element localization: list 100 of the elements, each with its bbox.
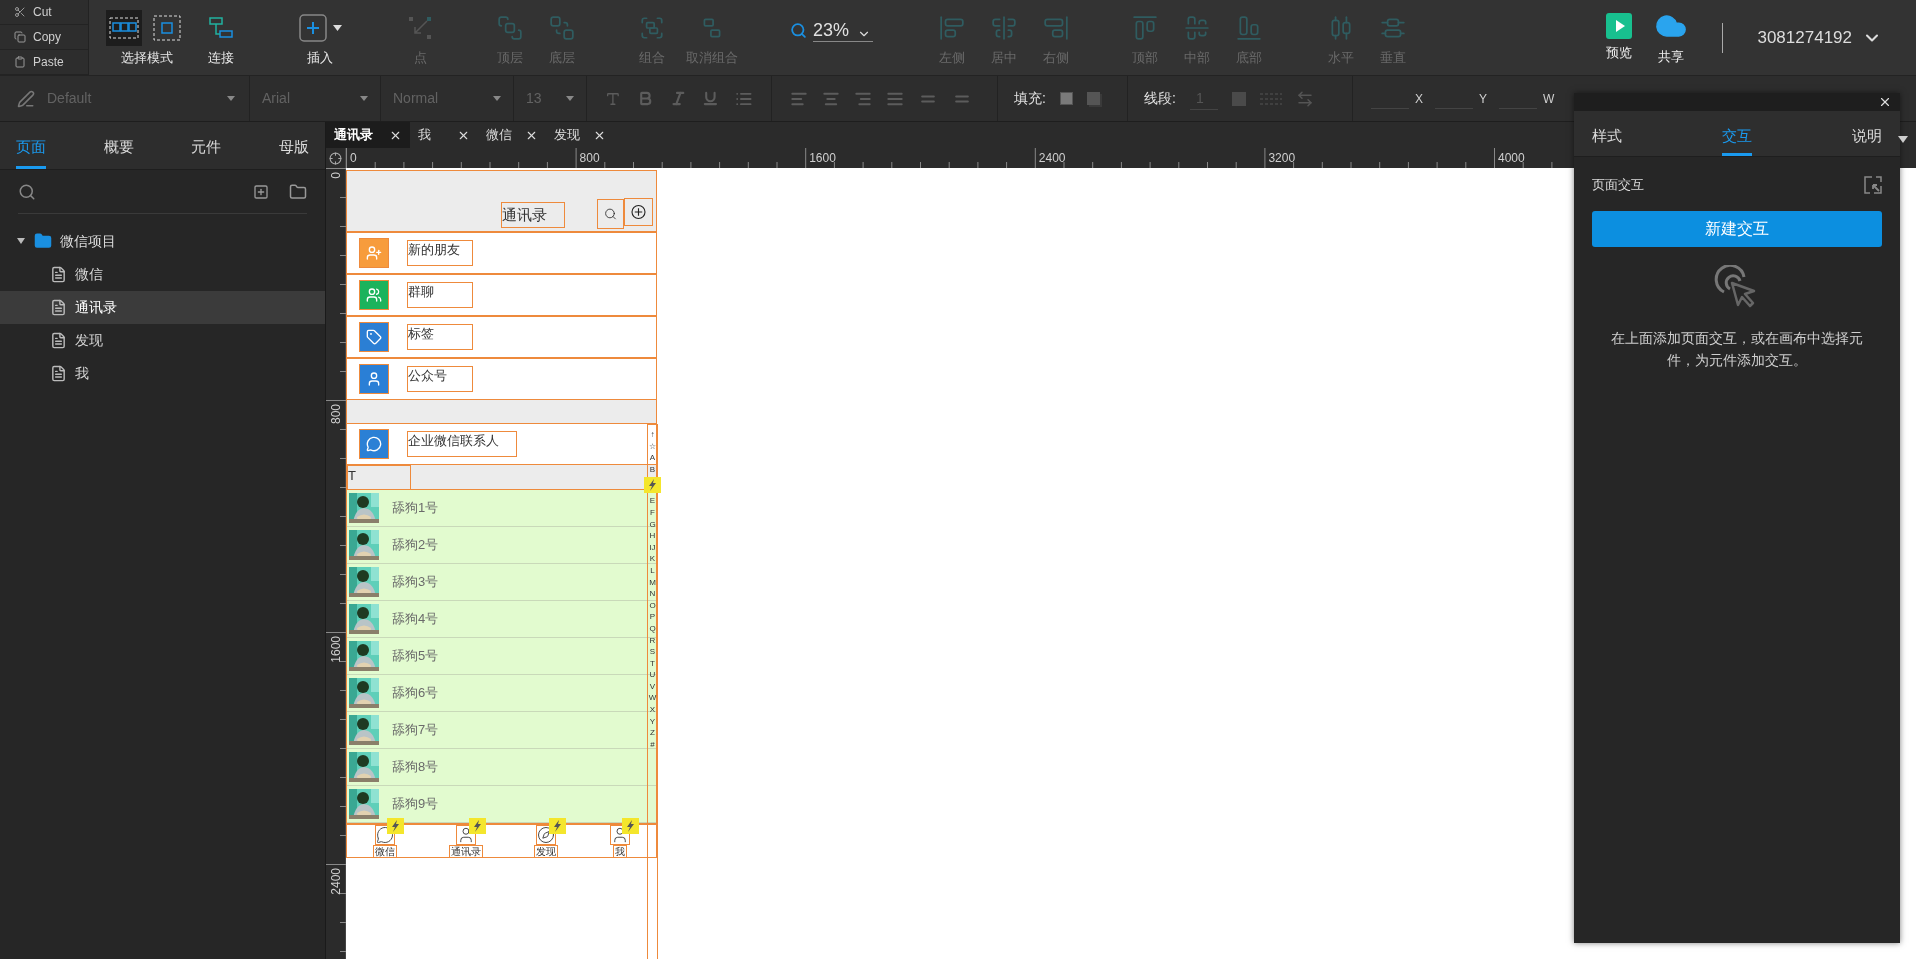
panel-tab[interactable]: 元件 — [191, 129, 222, 169]
line-color-swatch[interactable] — [1231, 91, 1246, 106]
share-button[interactable]: 共享 — [1645, 2, 1698, 73]
text-color-icon[interactable] — [605, 90, 621, 107]
lightning-icon — [644, 477, 661, 494]
index-letter[interactable]: S — [649, 646, 656, 658]
menu-row[interactable]: 标签 — [346, 316, 657, 358]
tab-bar-item[interactable]: 通讯录 — [448, 824, 483, 858]
menu-row[interactable]: 公众号 — [346, 358, 657, 400]
tree-folder[interactable]: 微信项目 — [0, 224, 325, 258]
toolbar-button[interactable]: 连接 — [195, 2, 247, 73]
caret-icon — [332, 24, 342, 31]
folder-icon — [34, 232, 52, 250]
panel-tab[interactable]: 概要 — [103, 129, 134, 169]
tree-item[interactable]: 通讯录 — [0, 291, 325, 324]
toolbar-button[interactable]: 插入 — [294, 2, 346, 73]
index-letter[interactable]: B — [649, 463, 656, 476]
zoom-dropdown[interactable]: 23% — [813, 19, 874, 42]
index-letter[interactable]: IJ — [649, 541, 656, 554]
ruler-label: 0 — [329, 172, 343, 179]
add-page-icon[interactable] — [253, 183, 269, 200]
toolbar-button[interactable]: 选择模式 — [102, 2, 192, 73]
contact-name: 舔狗1号 — [392, 499, 439, 518]
caret-icon[interactable] — [1898, 136, 1908, 143]
index-letter[interactable]: N — [649, 588, 656, 600]
search-icon[interactable] — [18, 182, 36, 201]
panel-tab[interactable]: 母版 — [278, 129, 309, 169]
index-letter[interactable]: # — [650, 738, 655, 751]
document-tab[interactable]: 发现 — [546, 122, 614, 148]
menu-row[interactable]: 新的朋友 — [346, 232, 657, 274]
contact-name: 舔狗2号 — [392, 536, 439, 555]
fill-color-swatch[interactable] — [1059, 92, 1073, 105]
index-letter[interactable]: Y — [649, 715, 656, 728]
menu-label: 群聊 — [407, 282, 473, 308]
contact-name: 舔狗3号 — [392, 573, 439, 592]
index-letter[interactable]: ↑ — [650, 429, 655, 441]
ruler-label: 1600 — [329, 636, 343, 663]
shadow-swatch[interactable] — [1086, 92, 1100, 105]
document-tab[interactable]: 微信 — [478, 122, 546, 148]
contact-row[interactable]: 舔狗9号 — [347, 786, 656, 823]
expand-corner-icon[interactable] — [1864, 175, 1882, 194]
menu-label: 企业微信联系人 — [407, 431, 517, 457]
index-letter[interactable]: T — [650, 657, 655, 670]
point-icon — [407, 14, 433, 41]
index-letter[interactable]: A — [649, 452, 656, 464]
index-letter[interactable]: W — [648, 692, 657, 705]
panel-tab[interactable]: 交互 — [1722, 120, 1752, 156]
tree-item[interactable]: 微信 — [0, 258, 325, 291]
index-letter[interactable]: K — [649, 553, 656, 565]
document-tab[interactable]: 我 — [410, 122, 478, 148]
tab-bar-item[interactable]: 发现 — [534, 824, 559, 858]
index-letter[interactable]: E — [649, 495, 656, 507]
preview-button[interactable]: 预览 — [1593, 2, 1646, 73]
contact-row[interactable]: 舔狗8号 — [347, 749, 656, 786]
tab-label: 发现 — [534, 844, 559, 858]
tree-item[interactable]: 发现 — [0, 324, 325, 357]
coordinate-label: W — [1543, 90, 1555, 108]
ruler-label: 4000 — [1498, 150, 1525, 167]
bring-to-front-icon — [497, 14, 523, 41]
index-letter[interactable]: L — [650, 564, 655, 577]
send-to-back-icon — [549, 14, 575, 41]
account-menu[interactable]: 3081274192 — [1757, 24, 1882, 51]
tab-label: 我 — [613, 844, 628, 858]
tree-label: 微信项目 — [60, 231, 116, 251]
folder-icon[interactable] — [289, 182, 307, 201]
index-letter[interactable]: Q — [649, 622, 656, 635]
underline-icon[interactable] — [702, 90, 720, 107]
arrows-icon[interactable] — [1295, 89, 1314, 108]
index-letter[interactable]: H — [649, 530, 656, 542]
tab-label: 微信 — [372, 844, 397, 858]
index-letter[interactable]: F — [650, 506, 655, 519]
panel-tab[interactable]: 样式 — [1592, 120, 1622, 156]
index-letter[interactable]: M — [649, 576, 656, 589]
edit-menu-item[interactable]: Cut — [0, 0, 88, 25]
index-letter[interactable]: P — [649, 611, 656, 623]
ruler-label: 2400 — [329, 868, 343, 895]
index-letter[interactable]: Z — [650, 727, 655, 739]
ruler-label: 1600 — [809, 150, 836, 167]
index-letter[interactable]: ☆ — [649, 440, 656, 453]
contact-name: 舔狗7号 — [392, 721, 439, 740]
panel-tab[interactable]: 说明 — [1852, 120, 1882, 156]
contact-name: 舔狗8号 — [392, 758, 439, 777]
connector-icon — [208, 14, 234, 41]
edit-menu-item[interactable]: Copy — [0, 25, 88, 50]
index-letter[interactable]: V — [649, 680, 656, 693]
edit-menu-item[interactable]: Paste — [0, 50, 88, 75]
panel-tab[interactable]: 页面 — [16, 129, 46, 169]
close-icon[interactable] — [1878, 95, 1892, 109]
menu-row[interactable]: 群聊 — [346, 274, 657, 316]
distribute-horizontal-icon — [1328, 14, 1354, 41]
index-letter[interactable]: O — [649, 599, 656, 612]
contact-name: 舔狗5号 — [392, 647, 439, 666]
caret-icon[interactable] — [16, 236, 26, 246]
document-tab[interactable]: 通讯录 — [326, 122, 410, 148]
ruler-label: 2400 — [1038, 150, 1066, 167]
plus-square-icon — [298, 13, 327, 42]
contact-name: 舔狗9号 — [392, 795, 439, 814]
tree-item[interactable]: 我 — [0, 357, 325, 390]
menu-label: 新的朋友 — [407, 240, 473, 266]
caret-icon — [493, 96, 501, 101]
